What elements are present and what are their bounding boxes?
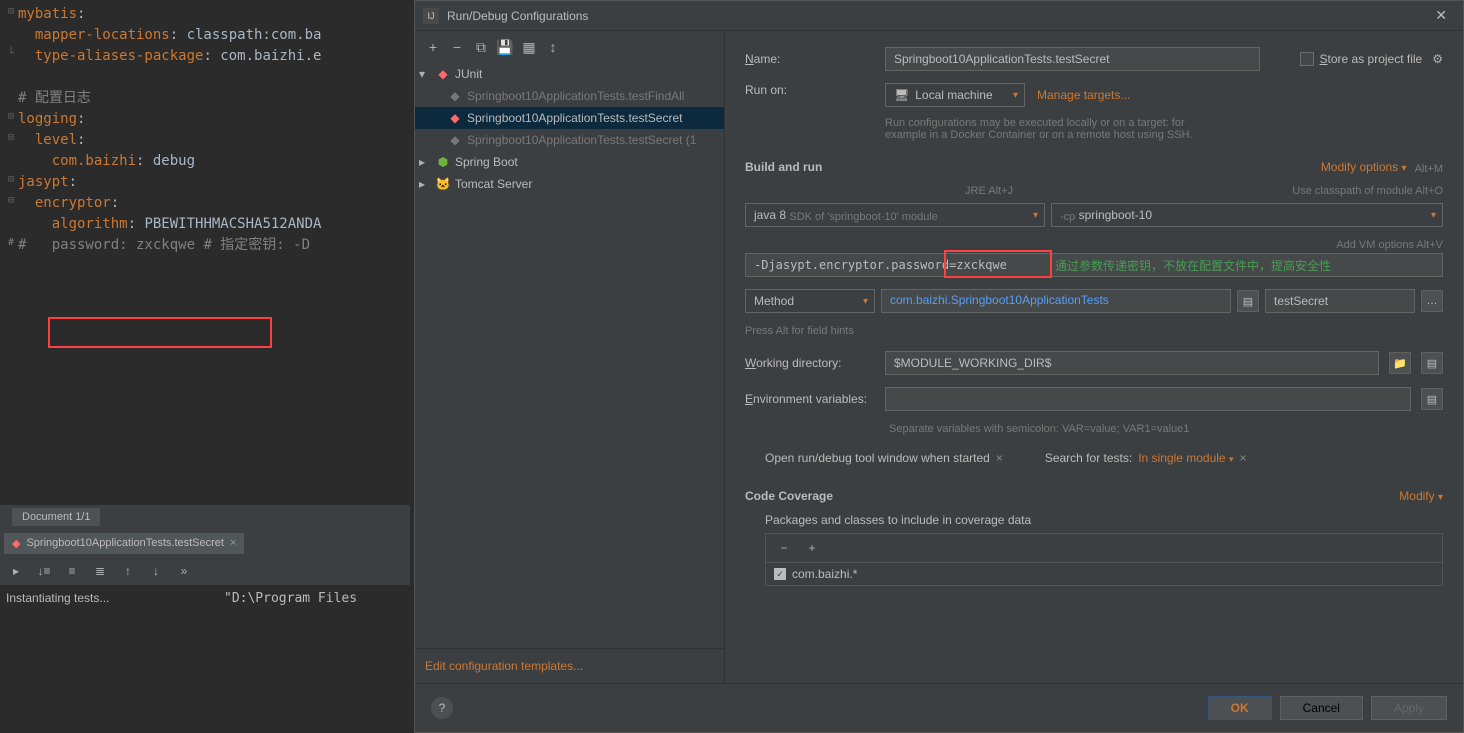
close-icon[interactable]: ✕ — [1427, 7, 1455, 24]
classpath-hint: Use classpath of module Alt+O — [1292, 185, 1443, 197]
pkg-label: Packages and classes to include in cover… — [765, 513, 1443, 527]
coverage-header: Code Coverage Modify ▾ — [745, 489, 1443, 503]
table-row[interactable]: ✓ com.baizhi.* — [766, 563, 1442, 585]
remove-icon[interactable]: − — [774, 538, 794, 558]
settings-icon[interactable]: » — [174, 561, 194, 581]
junit-icon: ◆ — [12, 537, 20, 550]
runon-label: Run on: — [745, 83, 875, 97]
browse-class-icon[interactable]: ▤ — [1237, 290, 1259, 312]
config-form: NName:ame: Store as project file ⚙ Run o… — [725, 31, 1463, 683]
env-browse-icon[interactable]: ▤ — [1421, 388, 1443, 410]
intellij-icon: IJ — [423, 8, 439, 24]
run-tab-bar: ◆ Springboot10ApplicationTests.testSecre… — [0, 529, 410, 557]
save-icon[interactable]: 💾 — [495, 37, 515, 57]
coverage-table: − + ✓ com.baizhi.* — [765, 533, 1443, 586]
tree-item-selected[interactable]: ◆Springboot10ApplicationTests.testSecret — [415, 107, 724, 129]
annotation-text: 通过参数传递密钥，不放在配置文件中，提高安全性 — [1055, 257, 1331, 274]
code-editor[interactable]: ⊟mybatis: mapper-locations: classpath:co… — [0, 0, 410, 260]
method-dropdown[interactable]: Method — [745, 289, 875, 313]
filter-icon[interactable]: ▸ — [6, 561, 26, 581]
build-run-header: Build and run Modify options ▾ Alt+M — [745, 159, 1443, 175]
add-icon[interactable]: + — [423, 37, 443, 57]
classpath-dropdown[interactable]: -cp springboot-10 — [1051, 203, 1443, 227]
modify-options-link[interactable]: Modify options ▾ — [1321, 160, 1407, 174]
test-class-input[interactable]: com.baizhi.Springboot10ApplicationTests — [881, 289, 1231, 313]
modify-coverage-link[interactable]: Modify ▾ — [1399, 489, 1443, 503]
tree-tomcat[interactable]: ▸🐱Tomcat Server — [415, 173, 724, 195]
config-tree-pane: + − ⧉ 💾 ▦ ↕ ▾◆JUnit ◆Springboot10Applica… — [415, 31, 725, 683]
folder-icon[interactable]: 📁 — [1389, 352, 1411, 374]
wd-label: Working directory: — [745, 356, 875, 370]
insert-icon[interactable]: ▤ — [1421, 352, 1443, 374]
apply-button[interactable]: Apply — [1371, 696, 1447, 720]
runon-dropdown[interactable]: 🖥 Local machine — [885, 83, 1025, 107]
store-project-checkbox[interactable]: Store as project file — [1300, 52, 1423, 66]
test-tree[interactable]: Instantiating tests... — [0, 585, 218, 733]
console: Instantiating tests... "D:\Program Files — [0, 585, 410, 733]
env-input[interactable] — [885, 387, 1411, 411]
browse-method-icon[interactable]: … — [1421, 290, 1443, 312]
doc-counter: Document 1/1 — [12, 508, 100, 526]
gear-icon[interactable]: ⚙ — [1432, 52, 1443, 66]
dialog-titlebar: IJ Run/Debug Configurations ✕ — [415, 1, 1463, 31]
password-highlight — [48, 317, 272, 348]
cancel-button[interactable]: Cancel — [1280, 696, 1363, 720]
remove-icon[interactable]: − — [447, 37, 467, 57]
run-config-dialog: IJ Run/Debug Configurations ✕ + − ⧉ 💾 ▦ … — [414, 0, 1464, 733]
copy-icon[interactable]: ⧉ — [471, 37, 491, 57]
tree-junit[interactable]: ▾◆JUnit — [415, 63, 724, 85]
open-tool-chip[interactable]: Open run/debug tool window when started× — [765, 451, 1003, 465]
vm-highlight — [944, 250, 1052, 278]
console-toolbar: ▸ ↓≡ ≡ ≣ ↑ ↓ » — [0, 557, 410, 585]
editor-status-bar: Document 1/1 — [0, 505, 410, 529]
name-input[interactable] — [885, 47, 1260, 71]
machine-icon: 🖥 — [894, 88, 909, 102]
expand-icon[interactable]: ≡ — [62, 561, 82, 581]
console-output[interactable]: "D:\Program Files — [218, 585, 410, 733]
sort-icon[interactable]: ↕ — [543, 37, 563, 57]
sort-icon[interactable]: ↓≡ — [34, 561, 54, 581]
add-icon[interactable]: + — [802, 538, 822, 558]
folder-icon[interactable]: ▦ — [519, 37, 539, 57]
up-icon[interactable]: ↑ — [118, 561, 138, 581]
tree-item[interactable]: ◆Springboot10ApplicationTests.testFindAl… — [415, 85, 724, 107]
alt-hint: Press Alt for field hints — [745, 325, 1443, 337]
close-icon[interactable]: × — [230, 537, 236, 549]
test-method-input[interactable] — [1265, 289, 1415, 313]
env-hint: Separate variables with semicolon: VAR=v… — [889, 423, 1443, 435]
addvm-hint: Add VM options Alt+V — [1336, 239, 1443, 251]
jre-hint: JRE Alt+J — [965, 185, 1013, 197]
check-icon[interactable]: ✓ — [774, 568, 786, 580]
run-tab[interactable]: ◆ Springboot10ApplicationTests.testSecre… — [4, 533, 244, 554]
dialog-footer: ? OK Cancel Apply — [415, 683, 1463, 732]
edit-templates-link[interactable]: Edit configuration templates... — [425, 659, 583, 673]
manage-targets-link[interactable]: Manage targets... — [1037, 88, 1130, 102]
tree-item[interactable]: ◆Springboot10ApplicationTests.testSecret… — [415, 129, 724, 151]
editor-pane: ⊟mybatis: mapper-locations: classpath:co… — [0, 0, 410, 733]
env-label: Environment variables: — [745, 392, 875, 406]
down-icon[interactable]: ↓ — [146, 561, 166, 581]
config-tree[interactable]: ▾◆JUnit ◆Springboot10ApplicationTests.te… — [415, 63, 724, 648]
tree-toolbar: + − ⧉ 💾 ▦ ↕ — [415, 31, 724, 63]
search-tests-chip[interactable]: Search for tests: In single module ▾ × — [1045, 451, 1247, 465]
collapse-icon[interactable]: ≣ — [90, 561, 110, 581]
runon-hint: Run configurations may be executed local… — [885, 117, 1443, 141]
wd-input[interactable] — [885, 351, 1379, 375]
help-icon[interactable]: ? — [431, 697, 453, 719]
dialog-title: Run/Debug Configurations — [447, 9, 1427, 23]
jre-dropdown[interactable]: java 8 SDK of 'springboot-10' module — [745, 203, 1045, 227]
ok-button[interactable]: OK — [1208, 696, 1272, 720]
name-label: NName:ame: — [745, 52, 875, 66]
tree-springboot[interactable]: ▸⬢Spring Boot — [415, 151, 724, 173]
